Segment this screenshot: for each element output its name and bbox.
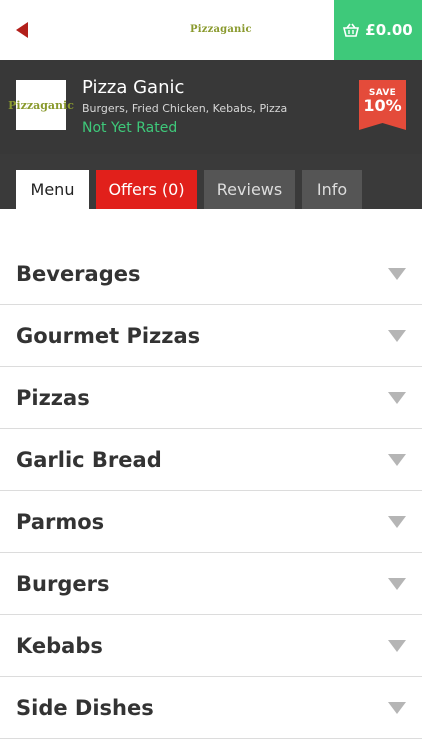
category-burgers[interactable]: Burgers (0, 553, 422, 615)
tab-menu[interactable]: Menu (16, 170, 89, 209)
menu-category-list: Beverages Gourmet Pizzas Pizzas Garlic B… (0, 243, 422, 739)
top-bar: Pizzaganic £0.00 (0, 0, 422, 60)
restaurant-logo: Pizzaganic (8, 80, 74, 130)
category-side-dishes[interactable]: Side Dishes (0, 677, 422, 739)
category-label: Burgers (16, 571, 110, 596)
chevron-down-icon (388, 392, 406, 404)
cart-total: £0.00 (365, 21, 413, 39)
header-logo: Pizzaganic (190, 24, 252, 35)
chevron-down-icon (388, 640, 406, 652)
chevron-down-icon (388, 702, 406, 714)
tab-offers[interactable]: Offers (0) (96, 170, 197, 209)
cart-button[interactable]: £0.00 (334, 0, 422, 60)
restaurant-header: Pizzaganic Pizza Ganic Burgers, Fried Ch… (0, 60, 422, 154)
tab-bar: Menu Offers (0) Reviews Info (0, 154, 422, 209)
chevron-down-icon (388, 516, 406, 528)
tab-info[interactable]: Info (302, 170, 362, 209)
chevron-down-icon (388, 330, 406, 342)
category-garlic-bread[interactable]: Garlic Bread (0, 429, 422, 491)
restaurant-name: Pizza Ganic (82, 77, 185, 98)
category-label: Gourmet Pizzas (16, 323, 201, 348)
category-gourmet-pizzas[interactable]: Gourmet Pizzas (0, 305, 422, 367)
category-label: Garlic Bread (16, 447, 162, 472)
category-beverages[interactable]: Beverages (0, 243, 422, 305)
basket-icon (343, 23, 360, 37)
chevron-down-icon (388, 578, 406, 590)
save-badge: SAVE 10% (359, 80, 406, 130)
chevron-down-icon (388, 454, 406, 466)
tab-reviews[interactable]: Reviews (204, 170, 295, 209)
category-kebabs[interactable]: Kebabs (0, 615, 422, 677)
back-arrow-icon[interactable] (16, 22, 28, 38)
save-value: 10% (363, 96, 402, 115)
chevron-down-icon (388, 268, 406, 280)
category-parmos[interactable]: Parmos (0, 491, 422, 553)
category-label: Kebabs (16, 633, 103, 658)
category-label: Pizzas (16, 385, 90, 410)
category-pizzas[interactable]: Pizzas (0, 367, 422, 429)
restaurant-cuisines: Burgers, Fried Chicken, Kebabs, Pizza (82, 102, 288, 115)
restaurant-rating: Not Yet Rated (82, 120, 178, 136)
category-label: Beverages (16, 261, 141, 286)
category-label: Side Dishes (16, 695, 154, 720)
category-label: Parmos (16, 509, 105, 534)
